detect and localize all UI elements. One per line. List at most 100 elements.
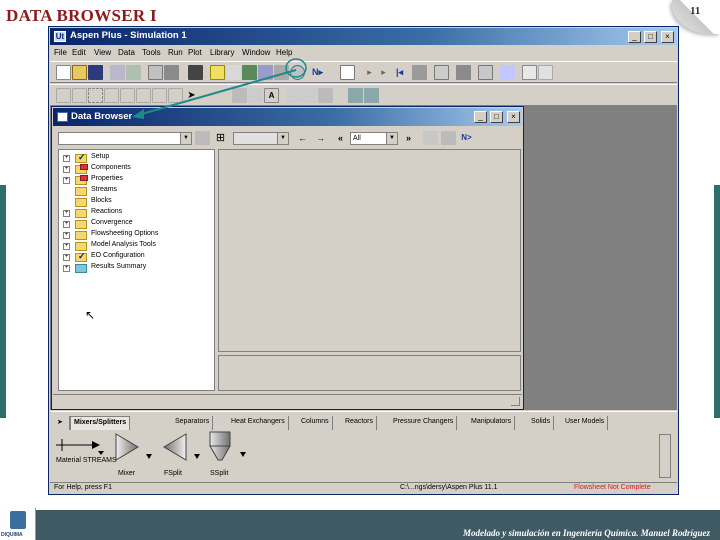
material-stream-icon[interactable]	[54, 434, 106, 456]
menu-file[interactable]: File	[54, 48, 67, 57]
expand-icon[interactable]: +	[63, 232, 70, 239]
zoom-full-icon[interactable]	[136, 88, 151, 103]
palette-pointer-tab[interactable]: ➤	[54, 416, 70, 430]
step-icon[interactable]: ▸	[362, 65, 377, 80]
components-icon[interactable]	[226, 65, 241, 80]
expand-icon[interactable]: +	[63, 166, 70, 173]
check-results-icon[interactable]	[434, 65, 449, 80]
maximize-button[interactable]: □	[644, 31, 657, 43]
menu-run[interactable]: Run	[168, 48, 183, 57]
control-panel-icon[interactable]	[456, 65, 471, 80]
menu-edit[interactable]: Edit	[72, 48, 86, 57]
tab-separators[interactable]: Separators	[172, 416, 214, 430]
properties-icon[interactable]	[242, 65, 257, 80]
label-icon[interactable]	[248, 88, 263, 103]
minimize-button[interactable]: _	[628, 31, 641, 43]
aspen-app-icon: Ut	[54, 31, 66, 42]
save-icon[interactable]	[88, 65, 103, 80]
previous-form-icon[interactable]: «	[333, 131, 348, 145]
fsplit-icon[interactable]	[160, 432, 202, 462]
expand-icon[interactable]: +	[63, 265, 70, 272]
next-icon[interactable]: N▸	[312, 65, 327, 80]
bookmark-icon[interactable]	[168, 88, 183, 103]
pointer-icon[interactable]: ➤	[184, 88, 199, 103]
print-icon[interactable]	[148, 65, 163, 80]
folder-up-icon[interactable]	[195, 131, 210, 145]
zoom-in-icon[interactable]	[104, 88, 119, 103]
next-button[interactable]: N>	[459, 131, 474, 145]
expand-icon[interactable]: +	[63, 221, 70, 228]
tab-solids[interactable]: Solids	[528, 416, 555, 430]
ssplit-icon[interactable]	[202, 430, 248, 464]
text-icon[interactable]: A	[264, 88, 279, 103]
plot-wizard-icon[interactable]	[500, 65, 515, 80]
streams-icon[interactable]	[258, 65, 273, 80]
tab-heat-exchangers[interactable]: Heat Exchangers	[228, 416, 289, 430]
table-icon[interactable]	[340, 65, 355, 80]
copy-results-icon[interactable]	[348, 88, 363, 103]
expand-icon[interactable]: +	[63, 155, 70, 162]
comments-icon[interactable]	[441, 131, 456, 145]
menu-plot[interactable]: Plot	[188, 48, 202, 57]
mixer-icon[interactable]	[112, 432, 154, 462]
grid-icon[interactable]	[56, 88, 71, 103]
model-library-icon[interactable]	[522, 65, 537, 80]
pan-icon[interactable]	[152, 88, 167, 103]
report-icon[interactable]	[478, 65, 493, 80]
model-library-2-icon[interactable]	[538, 65, 553, 80]
menu-tools[interactable]: Tools	[142, 48, 161, 57]
zoom-out-icon[interactable]	[120, 88, 135, 103]
status-icon[interactable]	[423, 131, 438, 145]
object-selector-dropdown[interactable]: ▼	[58, 132, 192, 145]
next-form-icon[interactable]: »	[401, 131, 416, 145]
menu-help[interactable]: Help	[276, 48, 292, 57]
expand-icon[interactable]: +	[63, 243, 70, 250]
show-blocks-icon[interactable]	[302, 88, 317, 103]
palette-scrollbar[interactable]	[659, 434, 671, 478]
form-display-pane[interactable]	[218, 149, 521, 352]
forward-arrow-icon[interactable]: →	[313, 131, 328, 145]
select-region-icon[interactable]	[88, 88, 103, 103]
db-maximize-button[interactable]: □	[490, 111, 503, 123]
results-display-icon[interactable]	[318, 88, 333, 103]
form-selector-dropdown[interactable]: ▼	[233, 132, 289, 145]
folder-icon	[75, 242, 87, 251]
tree-item-label: Reactions	[91, 208, 123, 215]
db-close-button[interactable]: ×	[507, 111, 520, 123]
export-icon[interactable]	[110, 65, 125, 80]
blocks-icon[interactable]	[274, 65, 289, 80]
filter-dropdown[interactable]: All ▼	[350, 132, 398, 145]
show-streams-icon[interactable]	[286, 88, 301, 103]
section-icon[interactable]	[232, 88, 247, 103]
tab-mixers-splitters[interactable]: Mixers/Splitters	[70, 416, 131, 430]
new-file-icon[interactable]	[56, 65, 71, 80]
back-arrow-icon[interactable]: ←	[295, 131, 310, 145]
tab-pressure-changers[interactable]: Pressure Changers	[390, 416, 458, 430]
setup-icon[interactable]	[210, 65, 225, 80]
expand-icon[interactable]: +	[63, 210, 70, 217]
tab-manipulators[interactable]: Manipulators	[468, 416, 516, 430]
paste-results-icon[interactable]	[364, 88, 379, 103]
stop-icon[interactable]	[412, 65, 427, 80]
import-icon[interactable]	[126, 65, 141, 80]
db-minimize-button[interactable]: _	[474, 111, 487, 123]
tree-toggle-icon[interactable]: ⊞	[213, 131, 228, 145]
close-button[interactable]: ×	[661, 31, 674, 43]
menu-window[interactable]: Window	[242, 48, 270, 57]
preview-icon[interactable]	[164, 65, 179, 80]
expand-icon[interactable]: +	[63, 177, 70, 184]
run-icon[interactable]: ▸	[376, 65, 391, 80]
cut-icon[interactable]	[188, 65, 203, 80]
tab-reactors[interactable]: Reactors	[342, 416, 378, 430]
tab-user-models[interactable]: User Models	[562, 416, 609, 430]
rewind-icon[interactable]: |◂	[392, 65, 407, 80]
tab-columns[interactable]: Columns	[298, 416, 333, 430]
expand-icon[interactable]: +	[63, 254, 70, 261]
align-icon[interactable]	[72, 88, 87, 103]
menu-data[interactable]: Data	[118, 48, 135, 57]
menu-library[interactable]: Library	[210, 48, 234, 57]
data-browser-icon[interactable]	[290, 65, 305, 80]
resize-grip-icon[interactable]	[511, 397, 520, 406]
menu-view[interactable]: View	[94, 48, 111, 57]
open-folder-icon[interactable]	[72, 65, 87, 80]
